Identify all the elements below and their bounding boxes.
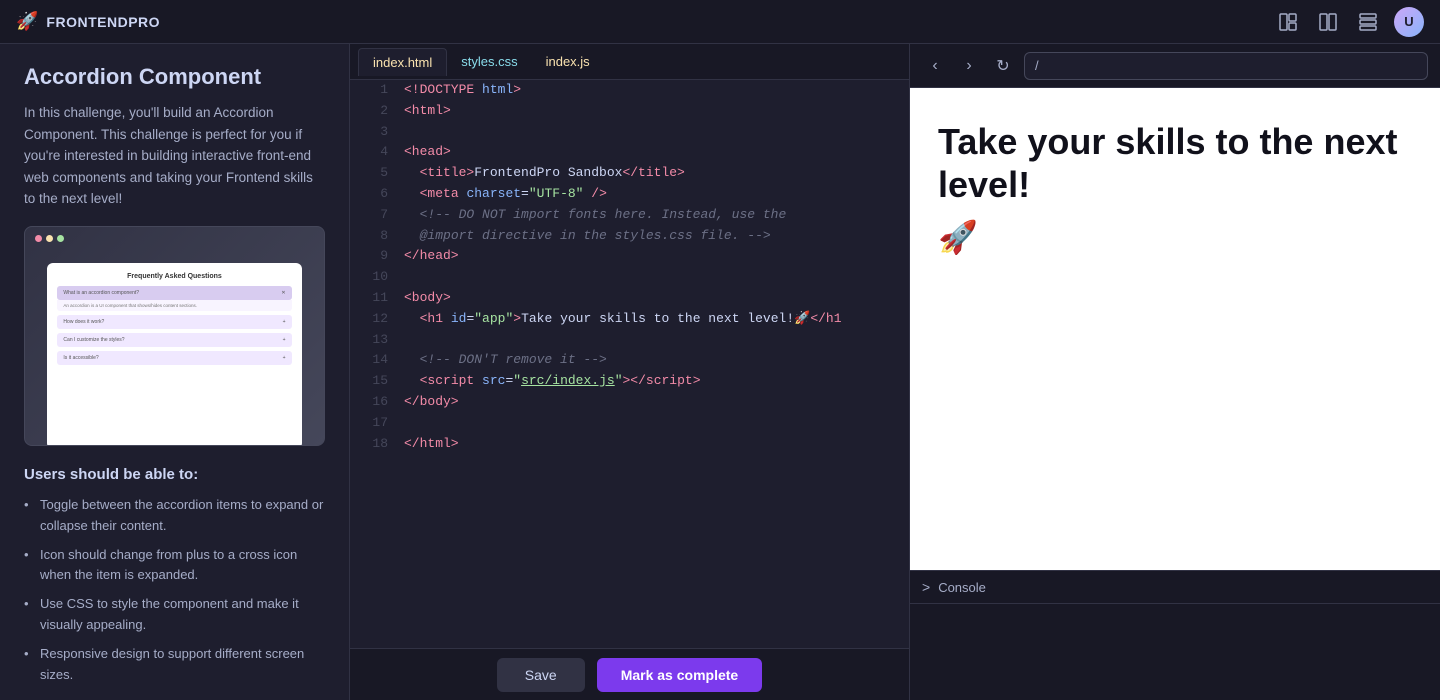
tab-styles-css[interactable]: styles.css <box>447 48 531 75</box>
layout-icon-2-btn[interactable] <box>1314 8 1342 36</box>
app-title: FRONTENDPRO <box>46 14 160 30</box>
code-line-10: 10 <box>350 267 909 288</box>
code-line-7: 7 <!-- DO NOT import fonts here. Instead… <box>350 205 909 226</box>
bullet-item-4: Responsive design to support different s… <box>24 644 325 686</box>
code-line-11: 11<body> <box>350 288 909 309</box>
bullet-item-1: Toggle between the accordion items to ex… <box>24 495 325 537</box>
code-line-16: 16</body> <box>350 392 909 413</box>
right-panel: ‹ › ↻ / Take your skills to the next lev… <box>910 44 1440 700</box>
preview-heading: Take your skills to the next level! <box>938 120 1412 206</box>
logo-area: 🚀 FRONTENDPRO <box>16 11 160 32</box>
editor-panel: index.html styles.css index.js 1<!DOCTYP… <box>350 44 910 700</box>
left-panel: Accordion Component In this challenge, y… <box>0 44 350 700</box>
challenge-preview-image: Frequently Asked Questions What is an ac… <box>24 226 325 446</box>
challenge-title: Accordion Component <box>24 64 325 90</box>
code-line-6: 6 <meta charset="UTF-8" /> <box>350 184 909 205</box>
code-line-2: 2<html> <box>350 101 909 122</box>
code-line-13: 13 <box>350 330 909 351</box>
challenge-description: In this challenge, you'll build an Accor… <box>24 102 325 210</box>
mark-complete-button[interactable]: Mark as complete <box>597 658 763 692</box>
preview-emoji: 🚀 <box>938 218 1412 256</box>
tab-index-js[interactable]: index.js <box>532 48 604 75</box>
code-line-17: 17 <box>350 413 909 434</box>
tab-index-html[interactable]: index.html <box>358 48 447 76</box>
main-layout: Accordion Component In this challenge, y… <box>0 44 1440 700</box>
back-button[interactable]: ‹ <box>922 53 948 79</box>
code-line-12: 12 <h1 id="app">Take your skills to the … <box>350 309 909 330</box>
console-header: > Console <box>910 571 1440 604</box>
top-nav: 🚀 FRONTENDPRO U <box>0 0 1440 44</box>
preview-toolbar: ‹ › ↻ / <box>910 44 1440 88</box>
refresh-button[interactable]: ↻ <box>990 53 1016 79</box>
code-line-5: 5 <title>FrontendPro Sandbox</title> <box>350 163 909 184</box>
console-body <box>910 604 1440 620</box>
url-bar[interactable]: / <box>1024 52 1428 80</box>
code-line-9: 9</head> <box>350 246 909 267</box>
console-chevron-icon: > <box>922 579 930 595</box>
nav-actions: U <box>1274 7 1424 37</box>
code-line-14: 14 <!-- DON'T remove it --> <box>350 350 909 371</box>
layout-icon-3-btn[interactable] <box>1354 8 1382 36</box>
code-line-1: 1<!DOCTYPE html> <box>350 80 909 101</box>
bullet-item-3: Use CSS to style the component and make … <box>24 594 325 636</box>
code-line-18: 18</html> <box>350 434 909 455</box>
logo-icon: 🚀 <box>16 11 38 32</box>
layout-icon-1-btn[interactable] <box>1274 8 1302 36</box>
code-line-15: 15 <script src="src/index.js"></script> <box>350 371 909 392</box>
url-text: / <box>1035 58 1039 73</box>
save-button[interactable]: Save <box>497 658 585 692</box>
console-title: Console <box>938 580 986 595</box>
code-line-4: 4<head> <box>350 142 909 163</box>
user-avatar[interactable]: U <box>1394 7 1424 37</box>
preview-content: Take your skills to the next level! 🚀 <box>910 88 1440 570</box>
editor-bottom-bar: Save Mark as complete <box>350 648 909 700</box>
editor-tabs: index.html styles.css index.js <box>350 44 909 80</box>
code-line-8: 8 @import directive in the styles.css fi… <box>350 226 909 247</box>
forward-button[interactable]: › <box>956 53 982 79</box>
users-should-title: Users should be able to: <box>24 466 325 483</box>
code-editor[interactable]: 1<!DOCTYPE html> 2<html> 3 4<head> 5 <ti… <box>350 80 909 648</box>
console-panel: > Console <box>910 570 1440 700</box>
bullet-item-2: Icon should change from plus to a cross … <box>24 545 325 587</box>
code-line-3: 3 <box>350 122 909 143</box>
bullet-list: Toggle between the accordion items to ex… <box>24 495 325 685</box>
